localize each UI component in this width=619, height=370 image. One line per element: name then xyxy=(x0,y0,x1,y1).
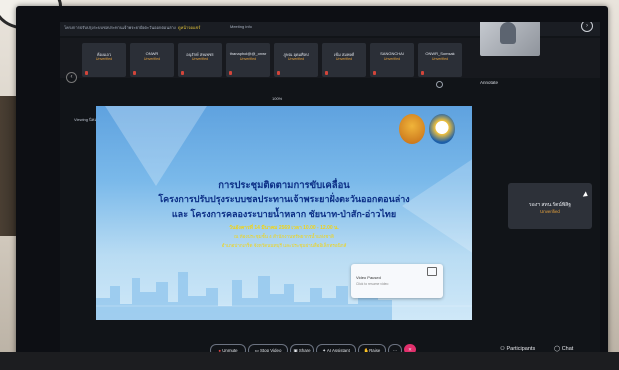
mic-muted-icon xyxy=(85,71,88,75)
person-video xyxy=(500,22,516,44)
participant-tile[interactable]: ONWR_Somsak Unverified xyxy=(418,43,462,77)
zoom-level[interactable]: 100% xyxy=(272,96,282,101)
mic-muted-icon xyxy=(229,71,232,75)
participant-status: Unverified xyxy=(191,57,209,61)
popup-label: Video Paused xyxy=(356,275,381,280)
mic-muted-icon xyxy=(421,71,424,75)
participant-name: ONWR xyxy=(145,51,159,56)
slide-line-1: การประชุมติดตามการขับเคลื่อน xyxy=(218,180,350,191)
participant-tile[interactable]: SANGNCHAI Unverified xyxy=(370,43,414,77)
mic-muted-icon xyxy=(373,71,376,75)
agency-emblem xyxy=(399,114,425,144)
view-mode-label[interactable]: ดูหน้าจอแชร์ xyxy=(178,24,200,31)
participant-tile[interactable]: ภูษณ อุดมศิลป Unverified xyxy=(274,43,318,77)
popup-hint: Click to resume video xyxy=(356,282,389,286)
slide-line-3: และ โครงการคลองระบายน้ำหลาก ชัยนาท-ป่าสั… xyxy=(171,209,397,219)
video-icon xyxy=(427,267,437,276)
sync-icon[interactable] xyxy=(436,81,443,88)
participant-status: Unverified xyxy=(431,57,449,61)
participant-tile[interactable]: ห้องแถว Unverified xyxy=(82,43,126,77)
zoom-window: โครงการปรับปรุงระบบชลประทานเจ้าพระยาฝั่ง… xyxy=(60,22,600,370)
participant-status: Unverified xyxy=(335,57,353,61)
chevron-left-icon[interactable]: ‹ xyxy=(66,72,77,83)
participant-status: Unverified xyxy=(287,57,305,61)
participant-name: ONWR_Somsak xyxy=(425,51,455,56)
participant-tile[interactable]: เข้ม สมพงศ์ Unverified xyxy=(322,43,366,77)
speaker-name: รองฯ สทน.รัตน์พิสิฐ xyxy=(529,202,571,208)
slide-decoration xyxy=(96,106,226,186)
participant-tile[interactable]: ONWR Unverified xyxy=(130,43,174,77)
window-title: โครงการปรับปรุงระบบชลประทานเจ้าพระยาฝั่ง… xyxy=(64,25,176,30)
participant-tile[interactable]: อนุรักษ์ สหเพชร Unverified xyxy=(178,43,222,77)
participant-name: SANGNCHAI xyxy=(380,51,404,56)
camera-video-tile[interactable] xyxy=(480,22,540,56)
onwr-logo xyxy=(429,114,455,144)
desk-edge xyxy=(0,352,619,370)
mic-muted-icon xyxy=(325,71,328,75)
participant-status: Unverified xyxy=(95,57,113,61)
participant-status: Unverified xyxy=(143,57,161,61)
annotate-button[interactable]: Annotate xyxy=(480,80,498,85)
slide-line-6: อำเภอปากเกร็ด จังหวัดนนทบุรี และประชุมผ่… xyxy=(221,243,347,248)
video-paused-popup[interactable]: Video Paused Click to resume video xyxy=(351,264,443,298)
participant-tile[interactable]: thanaphol@@_onwr Unverified xyxy=(226,43,270,77)
monitor: โครงการปรับปรุงระบบชลประทานเจ้าพระยาฝั่ง… xyxy=(16,6,608,370)
participant-name: thanaphol@@_onwr xyxy=(229,51,267,56)
slide-line-5: ณ ห้องประชุมชั้น 4 สำนักงานทรัพยากรน้ำแห… xyxy=(234,234,334,239)
meeting-info-link[interactable]: Meeting info xyxy=(230,24,252,29)
slide-line-2: โครงการปรับปรุงระบบชลประทานเจ้าพระยาฝั่ง… xyxy=(158,194,410,204)
mic-muted-icon xyxy=(133,71,136,75)
slide-line-4: วันอังคารที่ 14 มีนาคม 2569 เวลา 10.00 -… xyxy=(229,225,339,231)
mic-muted-icon xyxy=(181,71,184,75)
shared-slide: การประชุมติดตามการขับเคลื่อน โครงการปรับ… xyxy=(96,106,472,320)
speaker-status: Unverified xyxy=(540,209,560,214)
mic-muted-icon xyxy=(277,71,280,75)
participant-status: Unverified xyxy=(239,57,257,61)
speaker-tile[interactable]: รองฯ สทน.รัตน์พิสิฐ Unverified xyxy=(508,183,592,229)
participant-status: Unverified xyxy=(383,57,401,61)
